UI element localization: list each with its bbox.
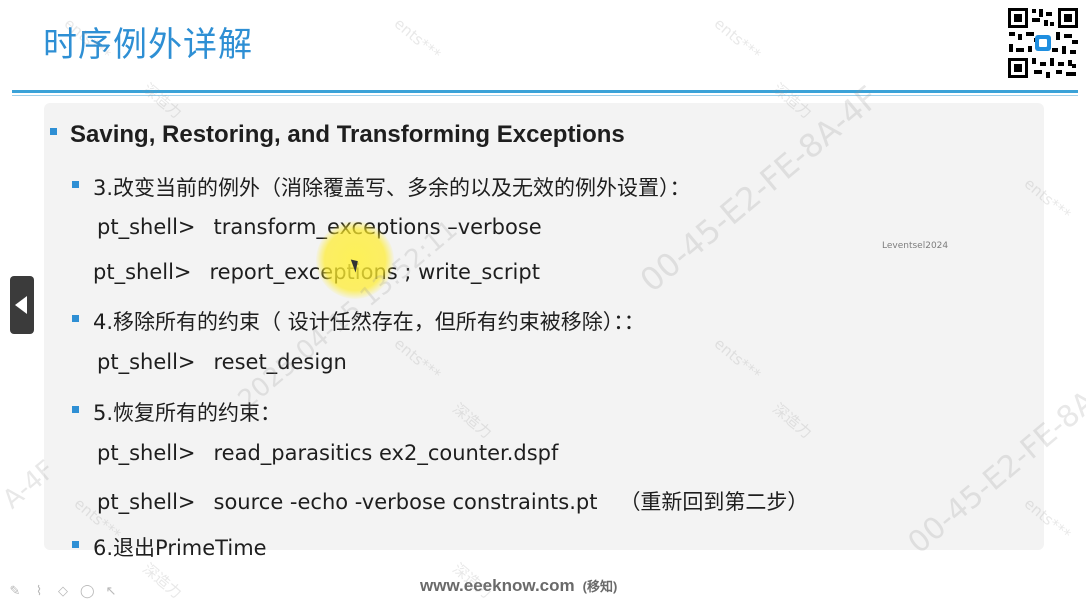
list-item: 3.改变当前的例外（消除覆盖写、多余的以及无效的例外设置）： [93, 176, 691, 200]
bullet-marker [50, 128, 57, 135]
title-divider-thin [12, 95, 1078, 96]
command-line: pt_shell> transform_exceptions –verbose [97, 215, 542, 239]
title-divider [12, 90, 1078, 93]
slide-title: 时序例外详解 [43, 25, 253, 65]
command-text: read_parasitics ex2_counter.dspf [213, 441, 559, 465]
footer-url-text: www.eeeknow.com [420, 576, 575, 595]
eraser-icon[interactable]: ◇ [56, 585, 70, 599]
command-line: pt_shell> source -echo -verbose constrain… [97, 486, 808, 516]
shell-prompt: pt_shell> [97, 490, 196, 514]
lasso-icon[interactable]: ◯ [80, 585, 95, 599]
shell-prompt: pt_shell> [97, 350, 196, 374]
annotation-toolbar: ✎ ⌇ ◇ ◯ ↖ [8, 585, 118, 601]
heading: Saving, Restoring, and Transforming Exce… [70, 121, 625, 148]
bullet-marker [72, 181, 79, 188]
footer-suffix: (移知) [582, 579, 618, 594]
shell-prompt: pt_shell> [93, 260, 192, 284]
bullet-marker [72, 541, 79, 548]
list-item: 6.退出PrimeTime [93, 536, 267, 560]
watermark-label: ents*** [710, 14, 765, 64]
command-line: pt_shell> read_parasitics ex2_counter.dsp… [97, 441, 558, 465]
small-tag: Leventsel2024 [882, 241, 949, 251]
command-text: reset_design [213, 350, 347, 374]
command-note: （重新回到第二步） [619, 490, 809, 514]
list-item: 4.移除所有的约束（ 设计任然存在，但所有约束被移除）：： [93, 310, 645, 334]
qr-code-icon [1006, 6, 1080, 80]
pen-icon[interactable]: ✎ [8, 585, 22, 599]
footer-url: www.eeeknow.com (移知) [420, 576, 617, 596]
bullet-marker [72, 315, 79, 322]
command-text: source -echo -verbose constraints.pt [213, 490, 598, 514]
watermark-label: ents*** [390, 14, 445, 64]
shell-prompt: pt_shell> [97, 215, 196, 239]
watermark-label: 深造力 [139, 559, 186, 603]
previous-slide-button[interactable] [10, 276, 34, 334]
pointer-icon[interactable]: ↖ [104, 585, 118, 599]
highlighter-icon[interactable]: ⌇ [32, 585, 46, 599]
bullet-marker [72, 406, 79, 413]
shell-prompt: pt_shell> [97, 441, 196, 465]
left-arrow-icon [15, 296, 27, 314]
command-line: pt_shell> reset_design [97, 350, 347, 374]
list-item: 5.恢复所有的约束： [93, 401, 282, 425]
